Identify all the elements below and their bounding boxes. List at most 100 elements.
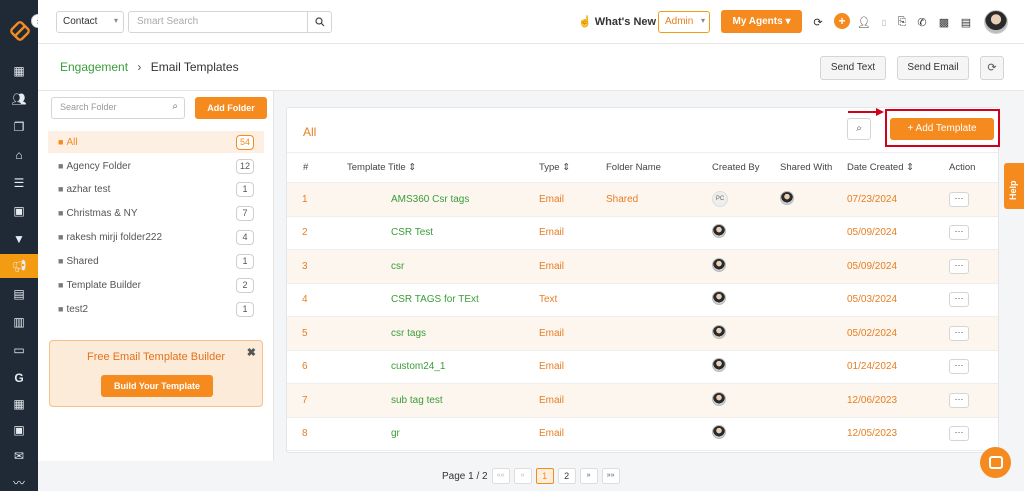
quick-add-icon[interactable]: + (834, 13, 850, 29)
institution-icon[interactable]: ⌂ (0, 143, 38, 167)
templates-table: # Template Title ⇕ Type ⇕ Folder Name Cr… (287, 152, 998, 451)
user-avatar[interactable] (984, 10, 1008, 34)
smart-search-input[interactable]: Smart Search (128, 11, 308, 33)
row-folder (606, 383, 712, 418)
template-title-link[interactable]: csr (339, 249, 539, 284)
template-title-link[interactable]: gr (339, 417, 539, 451)
close-icon[interactable]: ✖ (247, 346, 256, 359)
creator-initials-badge: PC (712, 191, 728, 208)
folder-item-all[interactable]: ■ All 54 (48, 131, 264, 153)
folder-item-christmas-ny[interactable]: ■ Christmas & NY 7 (48, 202, 264, 224)
google-icon[interactable]: G (0, 366, 38, 390)
search-icon[interactable]: ⌕ (847, 118, 871, 140)
help-tab[interactable]: Help (1004, 163, 1024, 209)
folder-item-azhar-test[interactable]: ■ azhar test 1 (48, 178, 264, 200)
folder-item-shared[interactable]: ■ Shared 1 (48, 250, 264, 272)
user-icon[interactable]: 👤︎ (856, 12, 872, 32)
calendar-icon[interactable]: ▣ (0, 418, 38, 442)
chip-icon[interactable]: ▩ (936, 12, 952, 32)
search-icon[interactable] (308, 11, 332, 33)
more-actions-button[interactable]: ⋯ (949, 392, 969, 408)
avatar (712, 291, 726, 306)
contact-select-value: Contact (63, 16, 98, 27)
phone-icon[interactable]: ✆ (914, 12, 930, 32)
more-actions-button[interactable]: ⋯ (949, 325, 969, 341)
row-folder (606, 216, 712, 250)
analytics-icon[interactable]: ▥ (0, 310, 38, 334)
more-actions-button[interactable]: ⋯ (949, 426, 969, 442)
col-title[interactable]: Template Title ⇕ (339, 152, 539, 183)
more-actions-button[interactable]: ⋯ (949, 225, 969, 241)
row-type: Email (539, 249, 606, 284)
folder-count-badge: 1 (236, 302, 254, 317)
breadcrumb-engagement[interactable]: Engagement (60, 60, 128, 74)
row-action: ⋯ (949, 350, 998, 384)
signature-icon[interactable]: 〰 (0, 470, 38, 491)
more-actions-button[interactable]: ⋯ (949, 258, 969, 274)
prev-page-button[interactable]: « (513, 468, 532, 484)
row-folder (606, 350, 712, 384)
page-indicator: Page 1 / 2 (442, 470, 488, 482)
row-created-by: PC (712, 182, 780, 217)
template-title-link[interactable]: custom24_1 (339, 350, 539, 384)
role-select[interactable]: Admin ▾ (658, 11, 710, 33)
send-text-button[interactable]: Send Text (820, 56, 886, 80)
folder-item-test2[interactable]: ■ test2 1 (48, 298, 264, 320)
chat-icon[interactable] (980, 447, 1011, 478)
engagement-megaphone-icon[interactable]: 📢︎ (0, 254, 42, 278)
report-icon[interactable]: ▤ (0, 282, 38, 306)
page-1-button[interactable]: 1 (535, 468, 554, 484)
folder-open-icon[interactable]: ▭ (0, 338, 38, 362)
col-type[interactable]: Type ⇕ (539, 152, 606, 183)
row-folder (606, 283, 712, 317)
row-number: 5 (287, 316, 339, 351)
template-title-link[interactable]: CSR Test (339, 216, 539, 250)
row-number: 1 (287, 182, 339, 217)
mail-icon[interactable]: ✉ (0, 444, 38, 468)
sheet-icon[interactable]: ▦ (0, 392, 38, 416)
folder-item-agency-folder[interactable]: ■ Agency Folder 12 (48, 155, 264, 177)
app-logo-icon[interactable] (9, 20, 31, 42)
contact-select[interactable]: Contact ▾ (56, 11, 124, 33)
funnel-icon[interactable]: ▼ (0, 227, 38, 251)
template-title-link[interactable]: CSR TAGS for TExt (339, 283, 539, 317)
template-title-link[interactable]: sub tag test (339, 383, 539, 418)
my-agents-button[interactable]: My Agents ▾ (721, 10, 802, 33)
documents-icon[interactable]: ❐ (0, 115, 38, 139)
refresh-icon[interactable]: ⟳ (980, 56, 1004, 80)
last-page-button[interactable]: »» (601, 468, 620, 484)
chevron-down-icon: ▾ (113, 16, 118, 25)
folder-count-badge: 2 (236, 278, 254, 293)
template-title-link[interactable]: csr tags (339, 316, 539, 351)
folder-count-badge: 54 (235, 135, 254, 150)
more-actions-button[interactable]: ⋯ (949, 359, 969, 375)
more-actions-button[interactable]: ⋯ (949, 292, 969, 308)
first-page-button[interactable]: «« (491, 468, 510, 484)
contacts-icon[interactable]: 👥︎ (0, 87, 38, 111)
row-shared-with (780, 216, 847, 250)
pointing-hand-icon: ☝ (578, 16, 592, 28)
sync-icon[interactable]: ⟳ (810, 12, 826, 32)
folder-icon: ■ (58, 304, 64, 314)
whats-new-link[interactable]: ☝ What's New (578, 15, 656, 28)
avatar (712, 358, 726, 373)
contact-card-icon[interactable]: ▣ (0, 199, 38, 223)
list-icon[interactable]: ☰ (0, 171, 38, 195)
chevron-down-icon: ▾ (700, 16, 705, 25)
col-date[interactable]: Date Created ⇕ (847, 152, 949, 183)
template-title-link[interactable]: AMS360 Csr tags (339, 182, 539, 217)
row-shared-with (780, 350, 847, 384)
notification-icon[interactable]: ⎘ (894, 12, 910, 32)
page-2-button[interactable]: 2 (557, 468, 576, 484)
more-actions-button[interactable]: ⋯ (949, 191, 969, 207)
add-folder-button[interactable]: Add Folder (195, 97, 267, 119)
folder-search-input[interactable]: Search Folder ⌕ (51, 97, 185, 119)
folder-item-template-builder[interactable]: ■ Template Builder 2 (48, 274, 264, 296)
build-template-button[interactable]: Build Your Template (101, 375, 213, 397)
clipboard-icon[interactable]: ▤ (958, 12, 974, 32)
folder-item-rakesh-mirji[interactable]: ■ rakesh mirji folder222 4 (48, 226, 264, 248)
next-page-button[interactable]: » (579, 468, 598, 484)
row-number: 6 (287, 350, 339, 384)
send-email-button[interactable]: Send Email (897, 56, 969, 80)
dashboard-icon[interactable]: ▦ (0, 59, 38, 83)
